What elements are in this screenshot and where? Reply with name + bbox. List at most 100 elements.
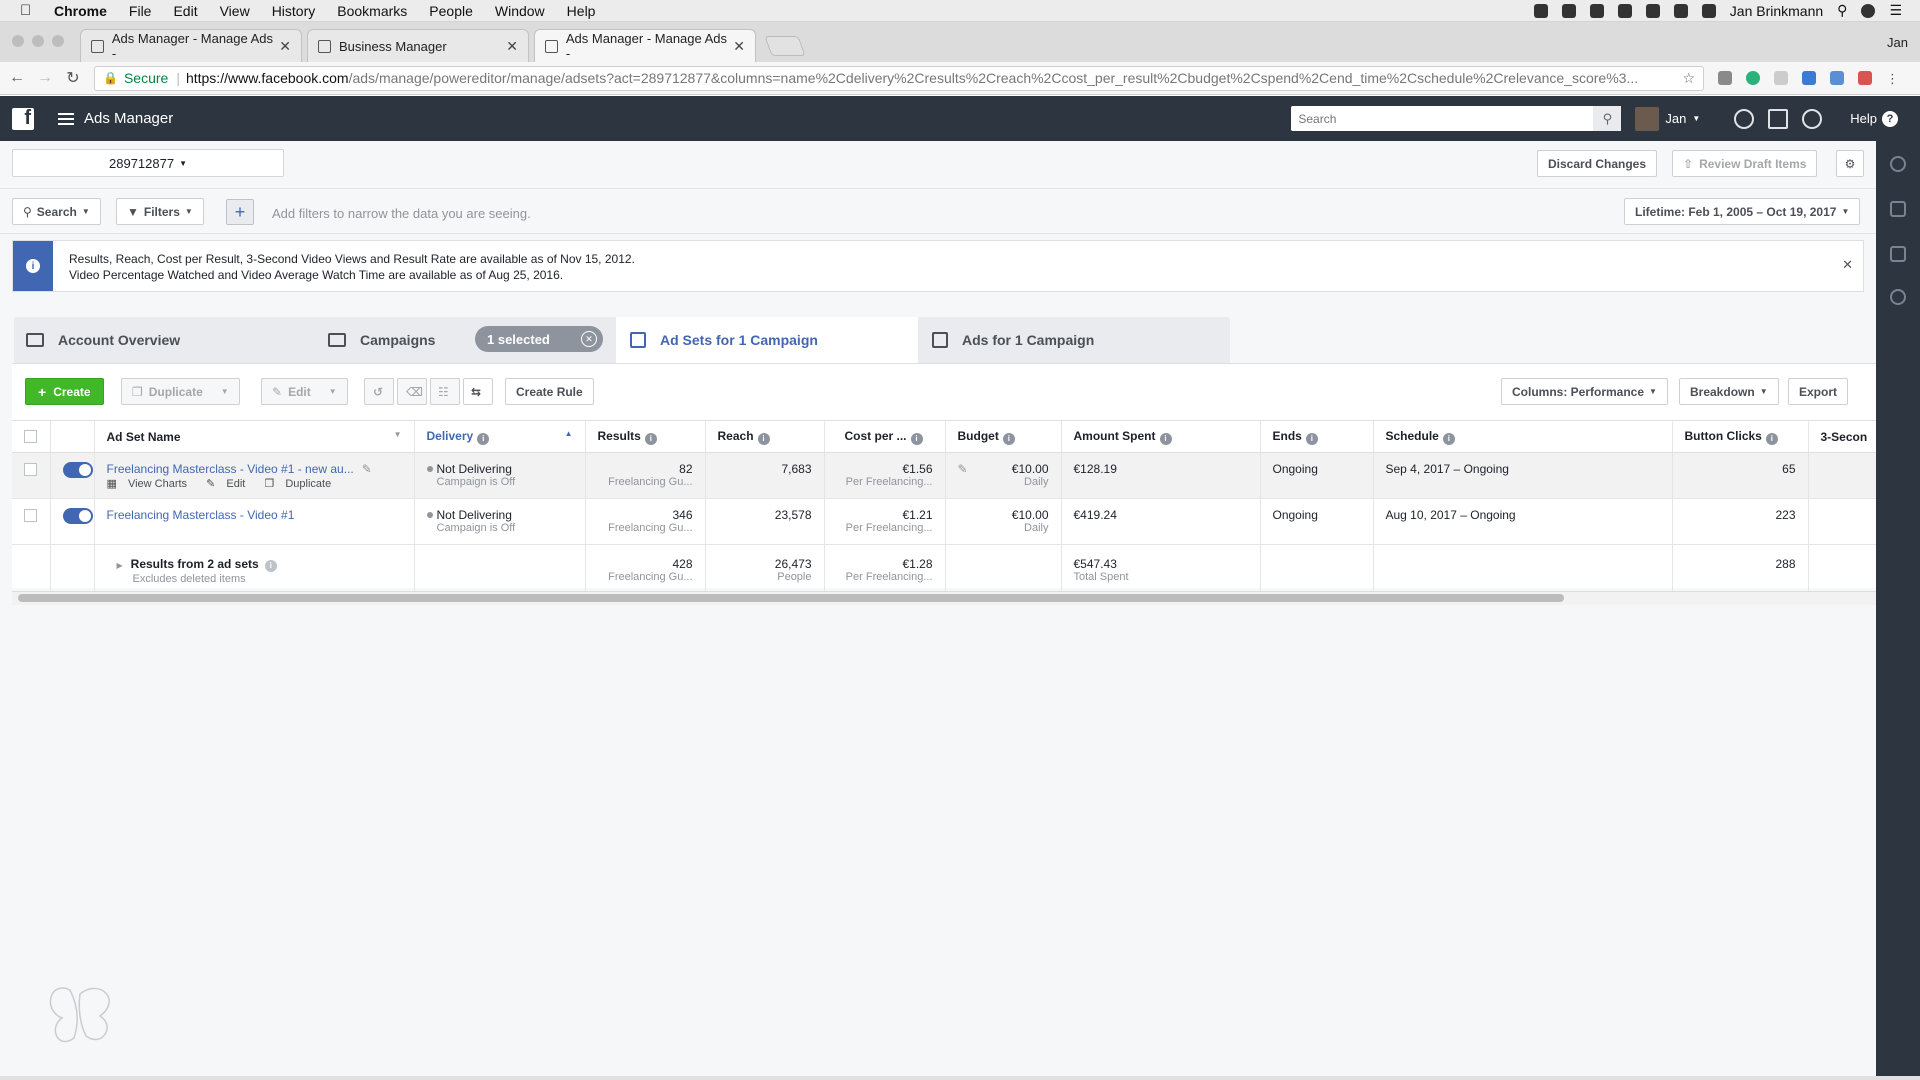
table-row[interactable]: Freelancing Masterclass - Video #1 Not D… [12, 498, 1877, 545]
pencil-icon[interactable]: ✎ [362, 462, 372, 476]
columns-dropdown[interactable]: Columns: Performance ▼ [1501, 378, 1668, 405]
chart-icon[interactable] [1890, 201, 1906, 217]
ad-set-toggle[interactable] [62, 508, 93, 524]
spotlight-icon[interactable]: ⚲ [1837, 2, 1847, 19]
close-icon[interactable]: ✕ [1842, 257, 1853, 273]
apple-icon[interactable]:  [20, 2, 38, 19]
expand-icon[interactable]: ▶ [117, 561, 123, 570]
browser-tab[interactable]: Ads Manager - Manage Ads - ✕ [80, 29, 302, 62]
sort-asc-icon[interactable]: ▲ [565, 429, 573, 438]
column-header-amount-spent[interactable]: Amount Spent i [1061, 420, 1261, 453]
column-header-results[interactable]: Results i [585, 420, 706, 453]
search-icon[interactable]: ⚲ [1593, 106, 1622, 131]
extension-icon[interactable] [1774, 71, 1788, 85]
notification-center-icon[interactable]: ☰ [1889, 2, 1902, 19]
info-icon[interactable]: i [1002, 432, 1015, 445]
tab-ads[interactable]: Ads for 1 Campaign [932, 317, 1212, 363]
create-button[interactable]: + Create [25, 378, 104, 405]
status-icon[interactable] [1645, 3, 1660, 18]
chrome-menu-icon[interactable]: ⋮ [1886, 71, 1899, 86]
column-header-cost-per-result[interactable]: Cost per ... i [824, 420, 946, 453]
info-icon[interactable]: i [477, 432, 490, 445]
close-window-button[interactable] [12, 35, 24, 47]
status-icon[interactable] [1561, 3, 1576, 18]
hamburger-menu-icon[interactable] [58, 112, 74, 125]
siri-icon[interactable] [1861, 3, 1876, 18]
airplay-icon[interactable] [1673, 3, 1688, 18]
close-tab-icon[interactable]: ✕ [733, 38, 745, 55]
pencil-icon[interactable] [1890, 246, 1906, 262]
search-dropdown[interactable]: ⚲ Search ▼ [12, 198, 101, 225]
discard-changes-button[interactable]: Discard Changes [1537, 150, 1658, 177]
new-tab-button[interactable] [764, 36, 806, 56]
reload-icon[interactable]: ↻ [62, 68, 84, 88]
collapse-icon[interactable] [1890, 156, 1906, 172]
account-selector[interactable]: 289712877 ▼ [12, 149, 284, 177]
export-button[interactable]: Export [1788, 378, 1849, 405]
row-checkbox[interactable] [24, 463, 37, 476]
back-icon[interactable]: ← [6, 69, 28, 87]
info-icon[interactable]: i [644, 432, 657, 445]
browser-tab[interactable]: Business Manager ✕ [307, 29, 529, 62]
facebook-logo-icon[interactable]: f [12, 107, 34, 130]
extension-icon[interactable] [1718, 71, 1732, 85]
menu-file[interactable]: File [129, 3, 152, 19]
edit-link[interactable]: ✎ Edit [206, 478, 253, 490]
menu-window[interactable]: Window [495, 3, 545, 19]
info-icon[interactable]: i [910, 432, 923, 445]
ad-set-name-link[interactable]: Freelancing Masterclass - Video #1 - new… [107, 462, 354, 476]
duplicate-button[interactable]: ❐ Duplicate ▼ [121, 378, 240, 405]
flag-icon[interactable] [1768, 108, 1789, 129]
status-icon[interactable] [1533, 3, 1548, 18]
info-icon[interactable]: i [757, 432, 770, 445]
ad-set-toggle[interactable] [62, 462, 93, 478]
rules-button[interactable]: ⇆ [463, 378, 493, 405]
review-draft-items-button[interactable]: ⇧ Review Draft Items [1672, 150, 1818, 177]
extension-icon[interactable] [1858, 71, 1872, 85]
close-tab-icon[interactable]: ✕ [279, 38, 291, 55]
select-all-checkbox[interactable] [24, 430, 37, 443]
forward-icon[interactable]: → [34, 69, 56, 87]
browser-profile[interactable]: Jan [1887, 35, 1908, 50]
add-filter-button[interactable]: + [226, 199, 254, 225]
extension-icon[interactable] [1830, 71, 1844, 85]
create-rule-button[interactable]: Create Rule [505, 378, 594, 405]
edit-button[interactable]: ✎ Edit ▼ [261, 378, 348, 405]
clear-selection-icon[interactable]: ✕ [581, 331, 597, 347]
pencil-icon[interactable]: ✎ [958, 462, 968, 476]
column-header-ends[interactable]: Ends i [1260, 420, 1374, 453]
menu-view[interactable]: View [220, 3, 250, 19]
bookmark-star-icon[interactable]: ☆ [1682, 70, 1695, 87]
status-icon[interactable] [1589, 3, 1604, 18]
menu-history[interactable]: History [272, 3, 316, 19]
delete-button[interactable]: ⌫ [397, 378, 427, 405]
chevron-down-icon[interactable]: ▼ [221, 387, 229, 396]
tab-ad-sets[interactable]: Ad Sets for 1 Campaign [616, 317, 918, 363]
budget-cell[interactable]: €10.00 Daily [945, 498, 1062, 545]
info-icon[interactable]: i [1765, 432, 1778, 445]
selected-campaigns-pill[interactable]: 1 selected ✕ [475, 326, 603, 352]
ab-test-button[interactable]: ☷ [430, 378, 460, 405]
url-field[interactable]: 🔒 Secure | https://www.facebook.com /ads… [94, 65, 1704, 91]
help-button[interactable]: Help ? [1850, 110, 1898, 127]
status-icon[interactable] [1617, 3, 1632, 18]
duplicate-link[interactable]: ❐ Duplicate [264, 478, 339, 490]
chevron-down-icon[interactable]: ▼ [394, 430, 402, 439]
column-header-reach[interactable]: Reach i [705, 420, 825, 453]
info-icon[interactable]: i [1305, 432, 1318, 445]
history-icon[interactable] [1890, 289, 1906, 305]
menubar-user[interactable]: Jan Brinkmann [1730, 3, 1823, 19]
fb-search-input[interactable] [1291, 107, 1594, 130]
breakdown-dropdown[interactable]: Breakdown ▼ [1679, 378, 1779, 405]
user-menu[interactable]: Jan ▼ [1635, 106, 1700, 131]
menu-edit[interactable]: Edit [173, 3, 197, 19]
column-header-3-second-video-views[interactable]: 3-Secon [1808, 420, 1877, 453]
time-machine-icon[interactable] [1701, 3, 1716, 18]
menu-bookmarks[interactable]: Bookmarks [337, 3, 407, 19]
browser-tab-active[interactable]: Ads Manager - Manage Ads - ✕ [534, 29, 756, 62]
menu-people[interactable]: People [429, 3, 473, 19]
settings-gear-button[interactable]: ⚙ [1836, 150, 1864, 177]
date-range-picker[interactable]: Lifetime: Feb 1, 2005 – Oct 19, 2017 ▼ [1624, 198, 1861, 225]
column-header-budget[interactable]: Budget i [945, 420, 1062, 453]
tab-campaigns[interactable]: Campaigns [328, 317, 468, 363]
